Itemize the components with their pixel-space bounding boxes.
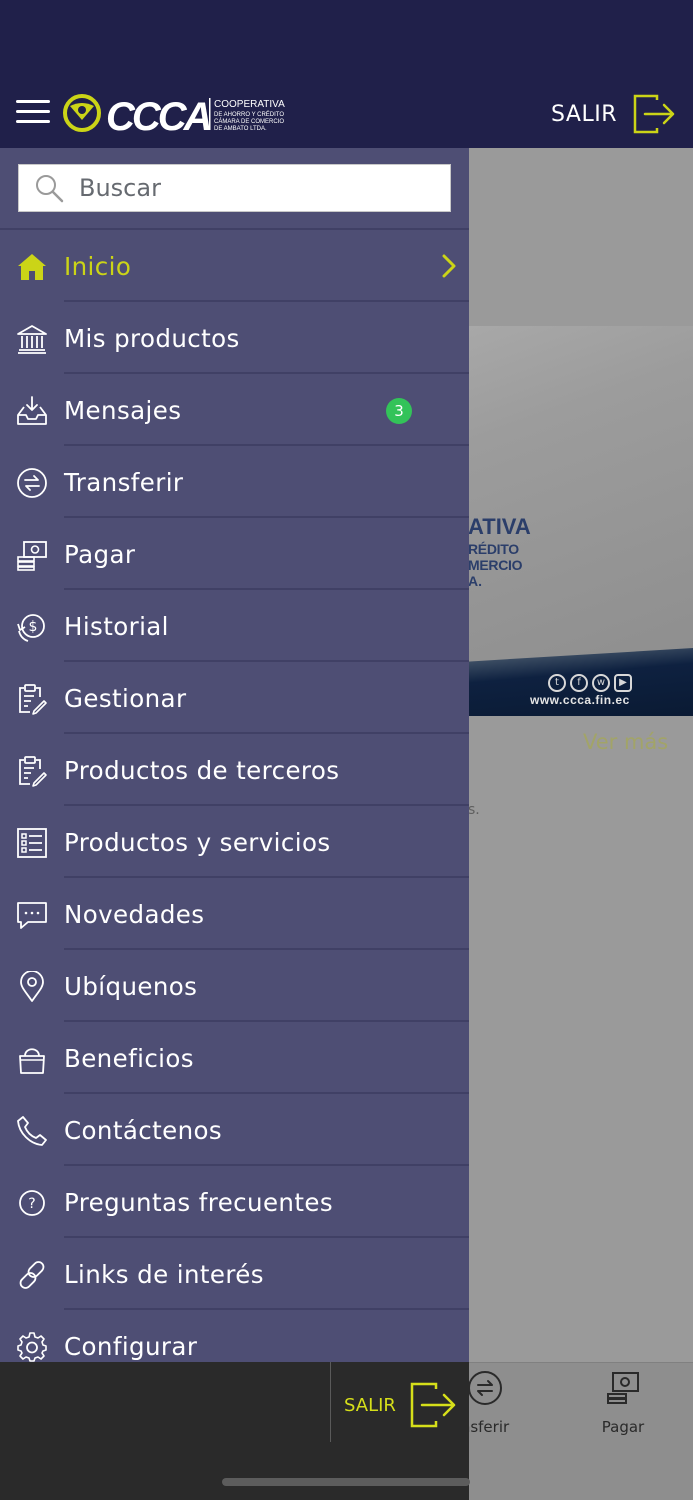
menu-item-label: Transferir xyxy=(64,468,184,497)
banner-line-3: MERCIO xyxy=(468,557,523,573)
drawer-footer: SALIR xyxy=(0,1362,470,1500)
menu-item-links-interes[interactable]: Links de interés xyxy=(0,1238,469,1310)
menu-item-ubiquenos[interactable]: Ubíquenos xyxy=(0,950,469,1022)
menu-item-label: Inicio xyxy=(64,252,132,281)
menu-item-preguntas-frecuentes[interactable]: ? Preguntas frecuentes xyxy=(0,1166,469,1238)
menu-item-novedades[interactable]: Novedades xyxy=(0,878,469,950)
menu-item-transferir[interactable]: Transferir xyxy=(0,446,469,518)
menu-item-label: Preguntas frecuentes xyxy=(64,1188,334,1217)
gear-icon xyxy=(17,1332,47,1362)
menu-item-productos-servicios[interactable]: Productos y servicios xyxy=(0,806,469,878)
banner-text: ATIVA RÉDITO MERCIO A. xyxy=(468,514,531,589)
location-pin-icon xyxy=(20,971,44,1002)
menu-item-label: Pagar xyxy=(64,540,136,569)
menu-item-historial[interactable]: $ Historial xyxy=(0,590,469,662)
menu-item-configurar[interactable]: Configurar xyxy=(0,1310,469,1362)
transfer-icon xyxy=(17,468,47,498)
list-document-icon xyxy=(17,828,47,858)
history-icon: $ xyxy=(17,614,45,642)
menu-item-label: Beneficios xyxy=(64,1044,194,1073)
hamburger-line xyxy=(16,120,50,123)
menu-item-label: Contáctenos xyxy=(64,1116,223,1145)
payment-icon xyxy=(17,541,47,571)
app-header: CCCA COOPERATIVA DE AHORRO Y CRÉDITO CÁM… xyxy=(0,0,693,148)
menu-item-inicio[interactable]: Inicio xyxy=(0,230,469,302)
facebook-icon: f xyxy=(570,674,588,692)
logout-button[interactable]: SALIR xyxy=(551,94,677,134)
bank-icon xyxy=(17,325,47,354)
svg-text:?: ? xyxy=(28,1196,35,1212)
menu-item-contactenos[interactable]: Contáctenos xyxy=(0,1094,469,1166)
hamburger-line xyxy=(16,100,50,103)
menu-item-productos-terceros[interactable]: Productos de terceros xyxy=(0,734,469,806)
menu-item-label: Mensajes xyxy=(64,396,182,425)
chevron-right-icon xyxy=(442,254,456,278)
menu-item-label: Historial xyxy=(64,612,169,641)
clipboard-edit-icon xyxy=(19,684,47,715)
ccca-logo: CCCA COOPERATIVA DE AHORRO Y CRÉDITO CÁM… xyxy=(63,94,285,136)
question-icon: ? xyxy=(19,1190,45,1216)
tab-pagar[interactable]: Pagar xyxy=(578,1370,668,1436)
menu-item-label: Links de interés xyxy=(64,1260,264,1289)
menu-item-label: Gestionar xyxy=(64,684,187,713)
chat-bubble-icon xyxy=(17,902,47,929)
menu-item-label: Productos y servicios xyxy=(64,828,331,857)
phone-icon xyxy=(17,1116,47,1146)
menu-item-mis-productos[interactable]: Mis productos xyxy=(0,302,469,374)
banner-social-icons: t f w ▶ xyxy=(548,674,632,692)
banner-line-4: A. xyxy=(468,573,482,589)
inbox-icon xyxy=(17,396,47,425)
menu-item-label: Novedades xyxy=(64,900,205,929)
clipboard-edit-icon xyxy=(19,756,47,787)
logo-subtitle-2: DE AHORRO Y CRÉDITO xyxy=(214,111,284,118)
menu-item-label: Ubíquenos xyxy=(64,972,198,1001)
whatsapp-icon: w xyxy=(592,674,610,692)
logo-subtitle-1: COOPERATIVA xyxy=(214,99,285,110)
logout-label: SALIR xyxy=(551,101,617,127)
partial-text: s. xyxy=(468,802,480,818)
menu-item-label: Mis productos xyxy=(64,324,240,353)
tab-label: Pagar xyxy=(601,1418,645,1436)
bag-icon xyxy=(19,1048,45,1074)
search-box[interactable] xyxy=(18,164,451,212)
drawer-logout-button[interactable]: SALIR xyxy=(344,1382,458,1428)
youtube-icon: ▶ xyxy=(614,674,632,692)
hamburger-line xyxy=(16,110,50,113)
logo-subtitle-3: CÁMARA DE COMERCIO xyxy=(214,118,284,125)
drawer-logout-label: SALIR xyxy=(344,1394,396,1416)
drawer-menu: Inicio Mis productos Mensajes 3 Transfer… xyxy=(0,228,469,1362)
unread-badge: 3 xyxy=(386,398,412,424)
menu-item-label: Productos de terceros xyxy=(64,756,340,785)
menu-item-beneficios[interactable]: Beneficios xyxy=(0,1022,469,1094)
banner-line-2: RÉDITO xyxy=(468,541,519,557)
twitter-icon: t xyxy=(548,674,566,692)
side-drawer: Inicio Mis productos Mensajes 3 xyxy=(0,148,469,1362)
logo-text: CCCA xyxy=(106,95,210,136)
payment-icon xyxy=(607,1372,639,1404)
menu-item-pagar[interactable]: Pagar xyxy=(0,518,469,590)
ver-mas-link[interactable]: Ver más xyxy=(583,730,668,754)
divider xyxy=(330,1362,331,1442)
banner-line-1: ATIVA xyxy=(468,514,531,539)
svg-text:$: $ xyxy=(29,619,38,635)
logo-subtitle-4: DE AMBATO LTDA. xyxy=(214,126,267,132)
menu-item-mensajes[interactable]: Mensajes 3 xyxy=(0,374,469,446)
menu-item-gestionar[interactable]: Gestionar xyxy=(0,662,469,734)
link-icon xyxy=(19,1261,45,1289)
transfer-icon xyxy=(468,1371,502,1405)
logout-icon xyxy=(633,94,675,134)
search-icon xyxy=(36,175,64,203)
banner-url: www.ccca.fin.ec xyxy=(530,693,630,707)
menu-item-label: Configurar xyxy=(64,1332,198,1361)
search-input[interactable] xyxy=(79,174,439,202)
hamburger-menu-button[interactable] xyxy=(16,100,50,126)
logout-icon xyxy=(410,1382,456,1428)
home-icon xyxy=(18,254,46,280)
home-indicator xyxy=(222,1478,470,1486)
